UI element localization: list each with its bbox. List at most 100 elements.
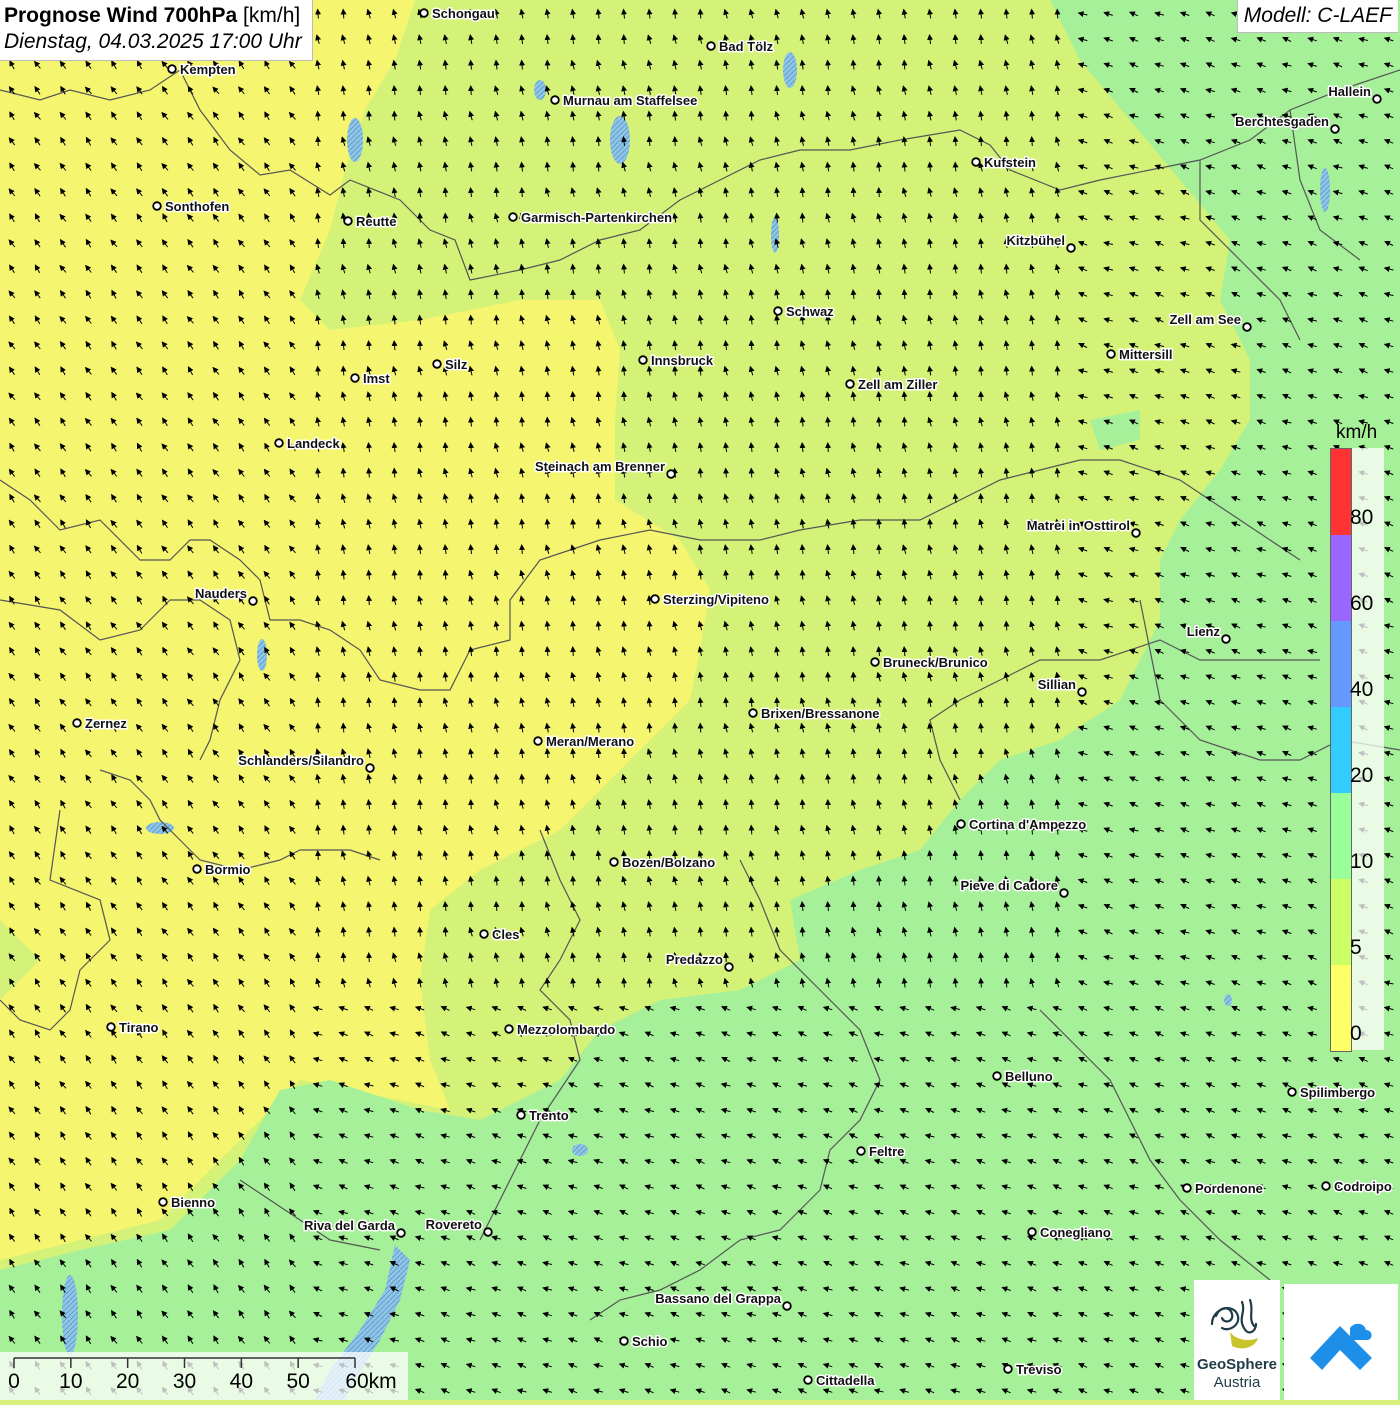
wind-arrow (391, 467, 398, 478)
legend-segment (1331, 879, 1351, 965)
city-dot (870, 657, 880, 667)
scale-label: 40 (229, 1370, 254, 1393)
city-marker: Pordenone (1182, 1180, 1264, 1198)
wind-arrow (621, 391, 628, 402)
city-label: Kitzbühel (1007, 233, 1066, 248)
city-dot (1059, 888, 1069, 898)
city-marker: Zell am Ziller (845, 376, 939, 394)
city-dot (106, 1022, 116, 1032)
wind-arrow (442, 212, 449, 223)
city-label: Nauders (195, 586, 247, 601)
city-dot (72, 718, 82, 728)
city-dot (619, 1336, 629, 1346)
city-label: Schio (632, 1334, 667, 1349)
city-dot (956, 819, 966, 829)
wind-arrow (1029, 493, 1036, 504)
legend-label: 60 (1350, 592, 1374, 615)
wind-arrow (493, 671, 500, 682)
title-text: Prognose Wind 700hPa (4, 4, 238, 27)
city-marker: Mezzolombardo (504, 1021, 617, 1039)
wind-arrow (468, 799, 475, 810)
city-label: Bruneck/Brunico (883, 655, 988, 670)
legend-segment (1331, 621, 1351, 707)
city-dot (1321, 1181, 1331, 1191)
city-label: Reutte (356, 214, 396, 229)
city-label: Zernez (85, 716, 127, 731)
city-dot (419, 8, 429, 18)
legend-label: 10 (1350, 850, 1374, 873)
city-dot (1221, 634, 1231, 644)
wind-arrow (748, 824, 755, 835)
wind-arrow (901, 416, 908, 427)
wind-arrow (748, 467, 755, 478)
wind-arrow (825, 799, 832, 810)
wind-arrow (570, 289, 577, 300)
scale-label: 0 (8, 1370, 20, 1393)
city-dot (992, 1071, 1002, 1081)
wind-arrow (1003, 977, 1010, 988)
wind-arrow (927, 289, 934, 300)
geosphere-text: GeoSphere (1196, 1356, 1278, 1373)
wind-arrow (697, 8, 704, 19)
city-marker: Cortina d'Ampezzo (956, 816, 1088, 834)
wind-arrow (595, 875, 602, 886)
legend-label: 5 (1350, 936, 1362, 959)
wind-arrow (340, 8, 347, 19)
legend-label: 80 (1350, 506, 1374, 529)
wind-arrow (340, 365, 347, 376)
wind-arrow (646, 977, 653, 988)
wind-arrow (799, 926, 806, 937)
city-dot (343, 216, 353, 226)
city-label: Bienno (171, 1195, 215, 1210)
forecast-map[interactable]: Schongau Kempten Bad Tölz Murnau am Staffel… (0, 0, 1400, 1400)
wind-arrow (901, 59, 908, 70)
wind-arrow (544, 59, 551, 70)
city-label: Pordenone (1195, 1181, 1263, 1196)
geosphere-emblem-icon (1210, 1298, 1258, 1349)
wind-arrow (850, 314, 857, 325)
city-dot (1372, 94, 1382, 104)
city-marker: Spilimbergo (1287, 1084, 1377, 1102)
wind-arrow (978, 748, 985, 759)
scale-label: 10 (59, 1370, 83, 1393)
wind-arrow (672, 493, 679, 504)
wind-arrow (366, 952, 373, 963)
wind-arrow (391, 824, 398, 835)
city-label: Garmisch-Partenkirchen (521, 210, 672, 225)
wind-arrow (1003, 620, 1010, 631)
wind-arrow (646, 620, 653, 631)
city-dot (1027, 1227, 1037, 1237)
wind-arrow (901, 773, 908, 784)
city-dot (192, 864, 202, 874)
city-label: Bozen/Bolzano (622, 855, 715, 870)
wind-arrow (519, 187, 526, 198)
city-dot (158, 1197, 168, 1207)
city-label: Lienz (1187, 624, 1221, 639)
city-label: Matrei in Osttirol (1027, 518, 1130, 533)
title-unit: [km/h] (243, 4, 301, 27)
legend-segment (1331, 535, 1351, 621)
city-dot (773, 306, 783, 316)
wind-arrow (799, 569, 806, 580)
city-dot (550, 95, 560, 105)
wind-arrow (1054, 8, 1061, 19)
city-label: Sonthofen (165, 199, 229, 214)
wind-arrow (876, 544, 883, 555)
city-label: Cortina d'Ampezzo (969, 817, 1086, 832)
city-dot (803, 1375, 813, 1385)
wind-arrow (876, 187, 883, 198)
city-label: Codroipo (1334, 1179, 1392, 1194)
city-dot (508, 212, 518, 222)
city-label: Trento (529, 1108, 569, 1123)
city-label: Pieve di Cadore (960, 878, 1058, 893)
color-legend: km/h 0 5 10 20 40 60 80 (1330, 420, 1386, 1052)
city-dot (365, 763, 375, 773)
wind-arrow (315, 850, 322, 861)
wind-arrow (672, 136, 679, 147)
wind-arrow (315, 136, 322, 147)
wind-arrow (1003, 263, 1010, 274)
city-label: Schongau (432, 6, 495, 21)
wind-arrow (493, 314, 500, 325)
city-dot (1182, 1183, 1192, 1193)
city-label: Cles (492, 927, 519, 942)
